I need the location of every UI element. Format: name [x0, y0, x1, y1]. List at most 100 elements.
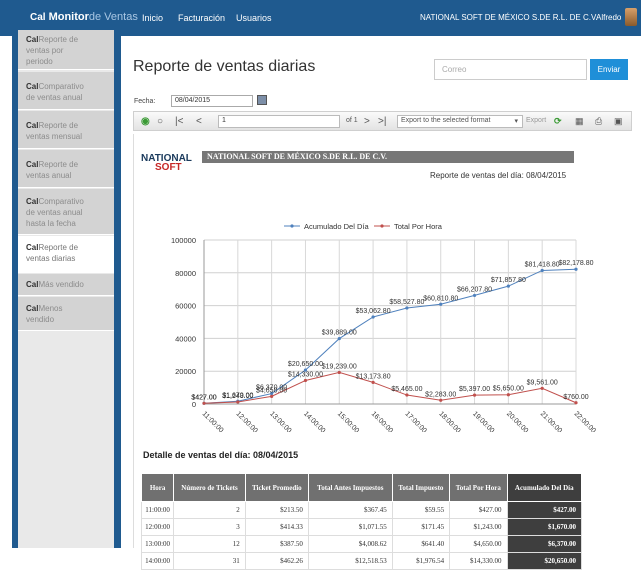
sidebar-item-label: hasta la fecha [26, 219, 76, 228]
data-label: $4,650.00 [256, 387, 287, 394]
table-row: 11:00:00 2 $213.50 $367.45 $59.55 $427.00 $427… [140, 501, 583, 519]
column-header: Acumulado Del Día [506, 473, 583, 502]
table-cell: 2 [173, 501, 246, 519]
data-point [506, 393, 510, 397]
data-point [236, 400, 240, 404]
nav-inicio[interactable]: Inicio [142, 13, 163, 23]
table-cell: $367.45 [307, 501, 393, 519]
data-point [405, 306, 409, 310]
table-body: 11:00:00 2 $213.50 $367.45 $59.55 $427.00 $427… [140, 501, 583, 570]
data-point [405, 393, 409, 397]
x-tick-label: 14:00:00 [302, 410, 326, 432]
user-avatar[interactable] [625, 8, 637, 26]
y-tick-label: 20000 [175, 367, 196, 376]
column-header: Total Impuesto [391, 473, 451, 502]
table-cell: $4,650.00 [449, 535, 508, 553]
next-page-icon[interactable]: > [364, 116, 370, 127]
user-menu[interactable]: Alfredo [596, 13, 621, 22]
sidebar-item-comparativo-fecha[interactable]: CalComparativo de ventas anual hasta la fe… [18, 189, 114, 235]
company-name: NATIONAL SOFT DE MÉXICO S.DE R.L. DE C.V… [420, 13, 598, 22]
print-icon[interactable]: ⎙ [595, 116, 602, 127]
table-cell: $1,670.00 [506, 518, 583, 536]
first-page-icon[interactable]: |< [175, 116, 183, 127]
x-tick-label: 17:00:00 [403, 410, 427, 432]
previous-page-icon[interactable]: < [196, 116, 202, 127]
sidebar-item-label: ventas mensual [26, 132, 83, 141]
data-label: $13,173.80 [356, 373, 391, 380]
data-point [202, 401, 206, 405]
table-row: 13:00:00 12 $387.50 $4,008.62 $641.40 $4,650.… [140, 535, 583, 553]
date-field[interactable]: 08/04/2015 [171, 95, 253, 107]
refresh-report-icon[interactable]: ⟳ [554, 116, 562, 127]
data-point [540, 268, 544, 273]
report-icon: Cal [26, 35, 39, 44]
data-label: $66,207.80 [457, 286, 492, 293]
sidebar: CalReporte de ventas por periodo CalCompar… [18, 30, 114, 548]
export-link[interactable]: Export [526, 117, 546, 124]
x-tick-label: 12:00:00 [234, 410, 258, 432]
email-field[interactable]: Correo [434, 59, 587, 80]
table-row: 12:00:00 3 $414.33 $1,071.55 $171.45 $1,243.0… [140, 518, 583, 536]
table-cell: $12,518.53 [307, 552, 393, 570]
data-point [439, 302, 443, 306]
y-tick-label: 40000 [175, 334, 196, 343]
table-cell: 12 [173, 535, 246, 553]
sidebar-item-label: Menos [38, 304, 63, 313]
main-content: Reporte de ventas diarias Correo Enviar … [121, 36, 641, 570]
data-label: $20,650.00 [288, 361, 323, 368]
sidebar-item-ventas-periodo[interactable]: CalReporte de ventas por periodo [18, 30, 114, 70]
data-label: $760.00 [563, 394, 588, 401]
sidebar-item-mas-vendido[interactable]: CalMás vendido [18, 274, 114, 296]
table-cell: 14:00:00 [140, 552, 175, 570]
x-tick-label: 19:00:00 [471, 410, 495, 432]
legend-marker [380, 224, 384, 228]
table-cell: $4,008.62 [307, 535, 393, 553]
sidebar-item-ventas-diarias[interactable]: CalReporte de ventas diarias [18, 236, 114, 273]
send-button[interactable]: Enviar [590, 59, 628, 80]
data-label: $81,418.80 [525, 261, 560, 268]
table-cell: $427.00 [449, 501, 508, 519]
calendar-icon[interactable] [257, 95, 267, 105]
nav-facturacion[interactable]: Facturación [178, 13, 225, 23]
report-icon: Cal [26, 304, 39, 313]
y-tick-label: 0 [192, 400, 196, 409]
data-label: $14,330.00 [288, 371, 323, 378]
report-icon: Cal [26, 197, 39, 206]
report-icon: Cal [26, 280, 39, 289]
sales-detail-table: Hora Número de Tickets Ticket Promedio Tota… [140, 473, 583, 570]
app-logo[interactable]: Cal Monitorde Ventas [30, 11, 138, 23]
data-label: $82,178.80 [558, 260, 593, 267]
dropdown-arrow-icon: ▾ [514, 118, 518, 125]
x-tick-label: 20:00:00 [505, 410, 529, 432]
data-point [506, 284, 510, 288]
sidebar-item-menos-vendido[interactable]: CalMenos vendido [18, 297, 114, 331]
sidebar-item-label: vendido [26, 315, 55, 324]
sidebar-item-comparativo-anual[interactable]: CalComparativo de ventas anual [18, 72, 114, 110]
data-label: $5,397.00 [459, 386, 490, 393]
sidebar-item-label: ventas por [26, 46, 64, 55]
page-number-field[interactable]: 1 [218, 115, 340, 128]
nav-usuarios[interactable]: Usuarios [236, 13, 272, 23]
page-setup-icon[interactable]: ▣ [614, 116, 623, 127]
table-cell: $14,330.00 [449, 552, 508, 570]
y-tick-label: 100000 [171, 236, 196, 245]
data-point [337, 370, 341, 375]
table-cell: $1,071.55 [307, 518, 393, 536]
export-format-select[interactable]: Export to the selected format ▾ [397, 115, 523, 128]
sidebar-item-ventas-anual[interactable]: CalReporte de ventas anual [18, 150, 114, 188]
x-tick-label: 22:00:00 [573, 410, 597, 432]
detail-title: Detalle de ventas del día: 08/04/2015 [143, 450, 299, 460]
refresh-icon[interactable]: ◉ [141, 116, 150, 127]
x-tick-label: 18:00:00 [437, 410, 461, 432]
sidebar-item-ventas-mensual[interactable]: CalReporte de ventas mensual [18, 111, 114, 149]
sidebar-item-label: Comparativo [38, 82, 84, 91]
table-cell: $59.55 [391, 501, 451, 519]
data-label: $58,527.80 [389, 299, 424, 306]
last-page-icon[interactable]: >| [378, 116, 386, 127]
legend-marker [290, 224, 294, 228]
sales-line-chart: 0 20000 40000 60000 80000 100000 11:00:00 12:00… [171, 222, 597, 432]
sidebar-item-label: Comparativo [38, 197, 84, 206]
print-layout-icon[interactable]: ▦ [575, 116, 584, 127]
stop-icon[interactable]: ○ [157, 116, 163, 127]
content-frame-border [114, 36, 121, 548]
